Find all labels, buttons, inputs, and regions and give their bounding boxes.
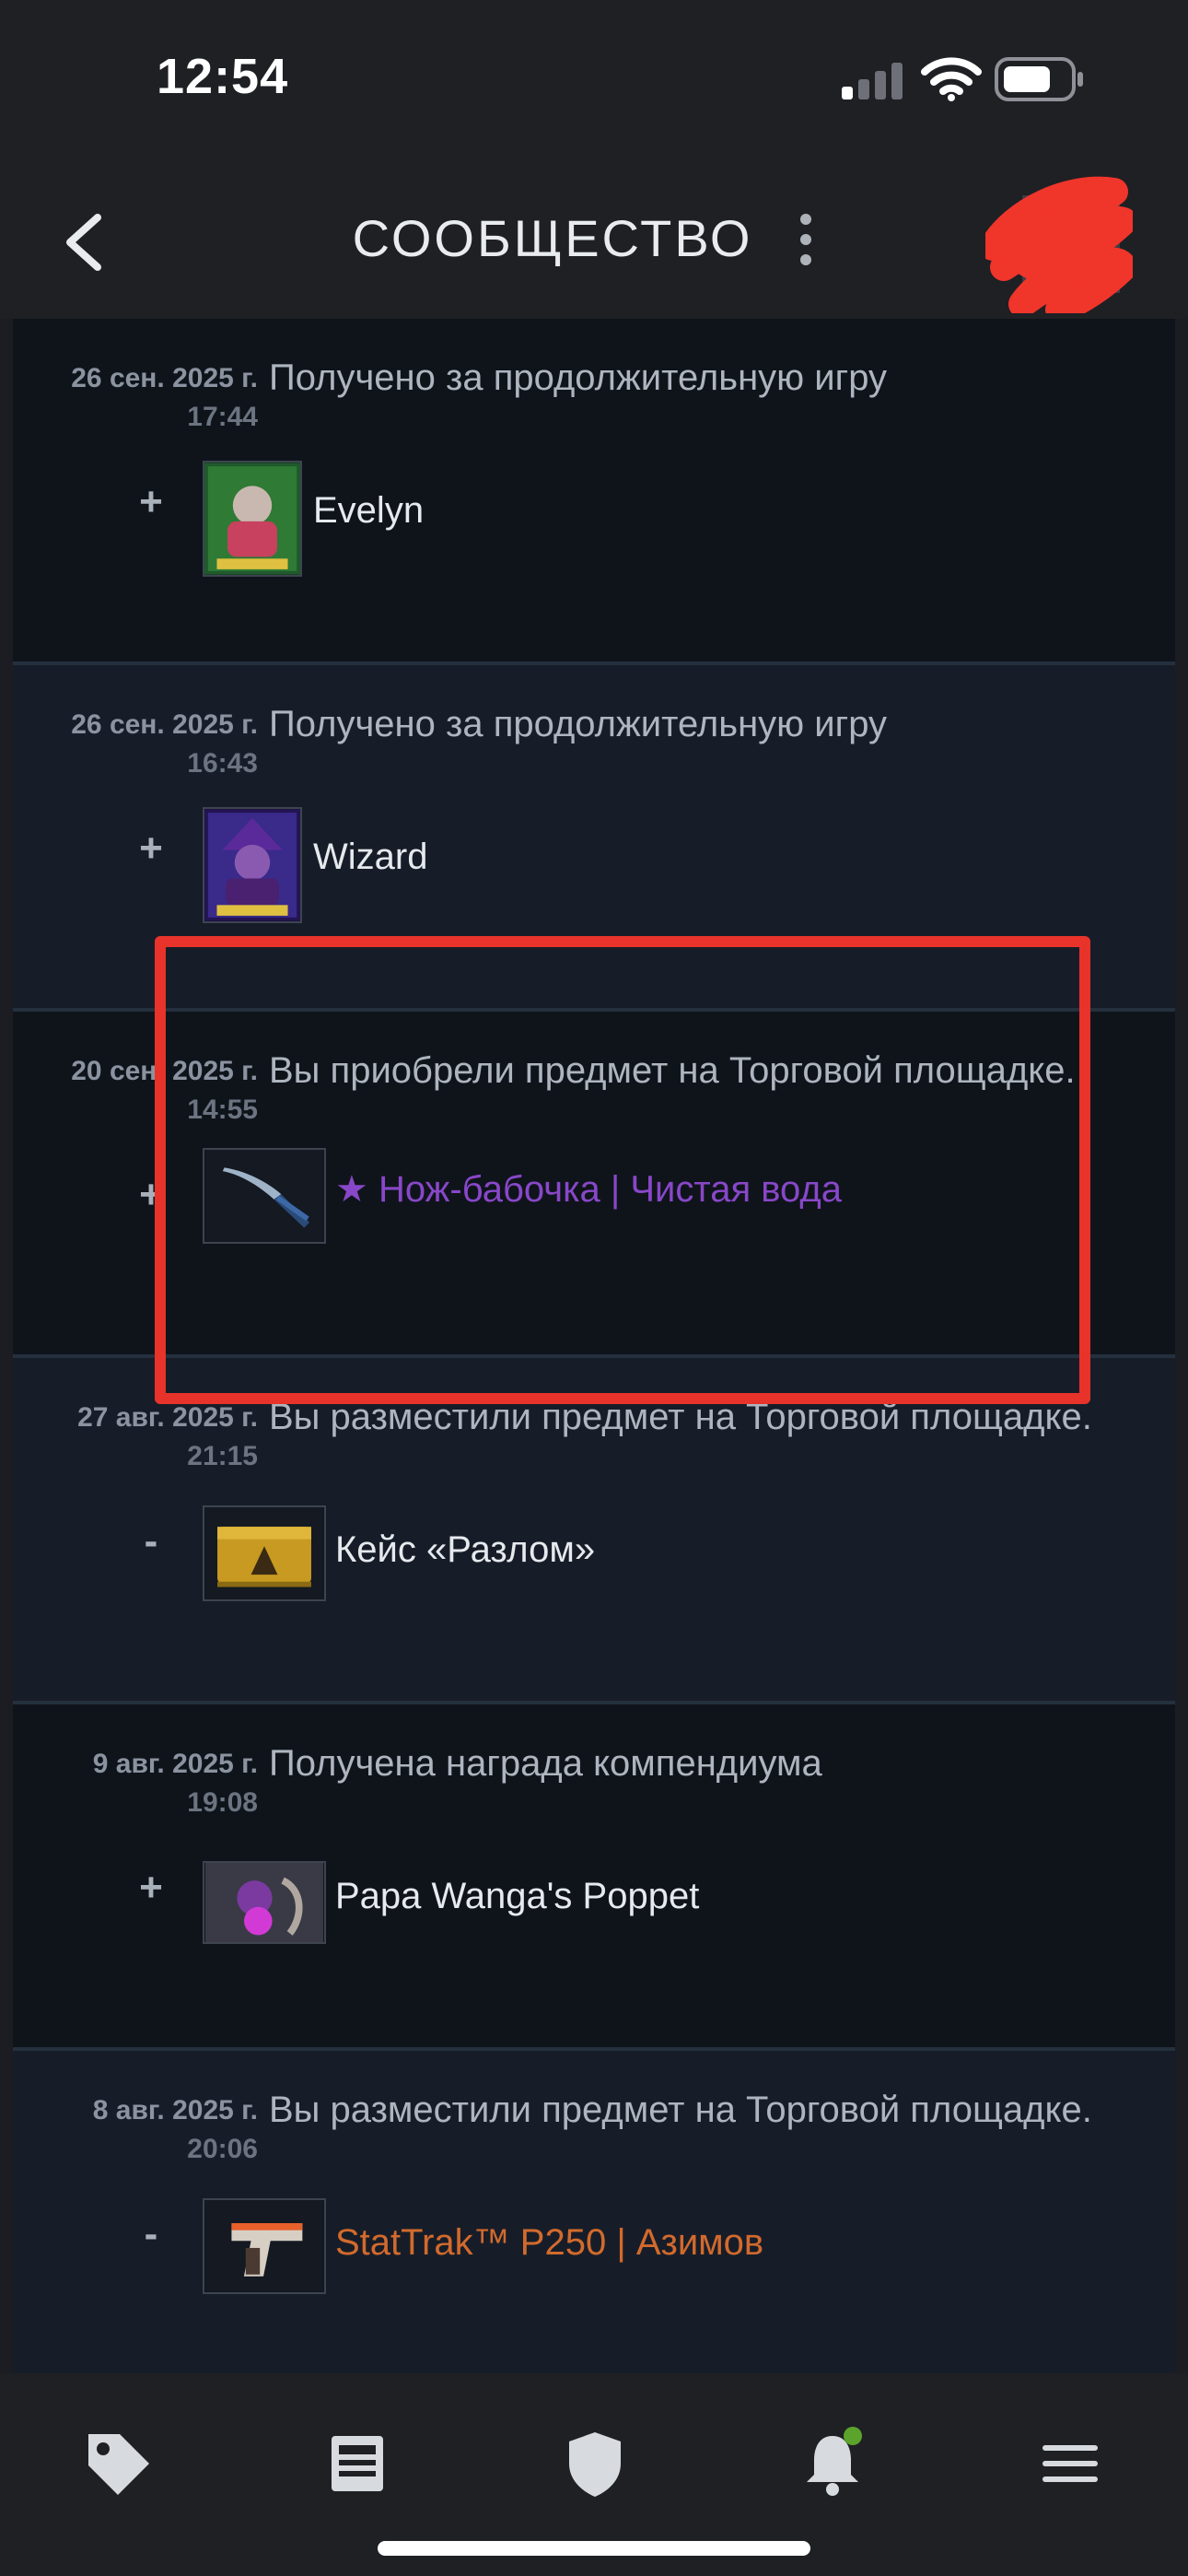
highlight-box	[155, 936, 1090, 1404]
bell-icon[interactable]	[794, 2425, 871, 2502]
list-item: 26 сен. 2025 г. 17:44 Получено за продол…	[13, 319, 1175, 665]
entry-time: 16:43	[187, 748, 258, 779]
page-title: СООБЩЕСТВО	[352, 209, 753, 267]
list-item: 9 авг. 2025 г. 19:08 Получена награда ко…	[13, 1704, 1175, 2051]
item-name[interactable]: Wizard	[313, 837, 427, 878]
pistol-icon[interactable]	[203, 2198, 326, 2294]
item-name[interactable]: Papa Wanga's Poppet	[335, 1876, 699, 1917]
minus-sign: -	[144, 1518, 158, 1563]
plus-sign: +	[139, 1865, 163, 1910]
entry-date: 8 авг. 2025 г.	[92, 2095, 258, 2125]
wizard-portrait-icon[interactable]	[203, 807, 302, 923]
bottom-nav	[0, 2373, 1188, 2576]
entry-time: 19:08	[187, 1787, 258, 1818]
case-icon[interactable]	[203, 1505, 326, 1601]
entry-time: 17:44	[187, 402, 258, 432]
entry-description: Получено за продолжительную игру	[269, 357, 888, 398]
entry-date: 26 сен. 2025 г.	[71, 709, 258, 740]
avatar[interactable]	[985, 175, 1133, 313]
entry-time: 20:06	[187, 2134, 258, 2164]
news-icon[interactable]	[319, 2425, 396, 2502]
item-name[interactable]: Кейс «Разлом»	[335, 1529, 595, 1571]
item-name[interactable]: Evelyn	[313, 490, 424, 532]
evelyn-portrait-icon[interactable]	[203, 461, 302, 577]
entry-date: 9 авг. 2025 г.	[92, 1749, 258, 1779]
app-header: СООБЩЕСТВО	[0, 157, 1188, 319]
status-time: 12:54	[157, 49, 289, 104]
item-name[interactable]: StatTrak™ P250 | Азимов	[335, 2222, 763, 2264]
shield-icon[interactable]	[556, 2425, 634, 2502]
cellular-signal-icon	[842, 63, 903, 100]
wifi-icon	[921, 57, 982, 101]
menu-icon[interactable]	[1031, 2425, 1109, 2502]
plus-sign: +	[139, 825, 163, 871]
battery-icon	[995, 57, 1083, 101]
list-item: 27 авг. 2025 г. 21:15 Вы разместили пред…	[13, 1358, 1175, 1704]
entry-date: 26 сен. 2025 г.	[71, 363, 258, 393]
status-bar: 12:54	[0, 0, 1188, 157]
more-options-icon[interactable]	[792, 212, 820, 267]
minus-sign: -	[144, 2211, 158, 2256]
plus-sign: +	[139, 479, 163, 524]
home-indicator	[378, 2541, 810, 2556]
entry-description: Вы разместили предмет на Торговой площад…	[269, 2090, 1092, 2130]
entry-time: 21:15	[187, 1441, 258, 1471]
poppet-icon[interactable]	[203, 1861, 326, 1944]
entry-date: 27 авг. 2025 г.	[77, 1402, 258, 1433]
entry-description: Получена награда компендиума	[269, 1743, 822, 1784]
tag-icon[interactable]	[79, 2425, 157, 2502]
entry-description: Получено за продолжительную игру	[269, 704, 888, 744]
list-item: 8 авг. 2025 г. 20:06 Вы разместили предм…	[13, 2051, 1175, 2373]
